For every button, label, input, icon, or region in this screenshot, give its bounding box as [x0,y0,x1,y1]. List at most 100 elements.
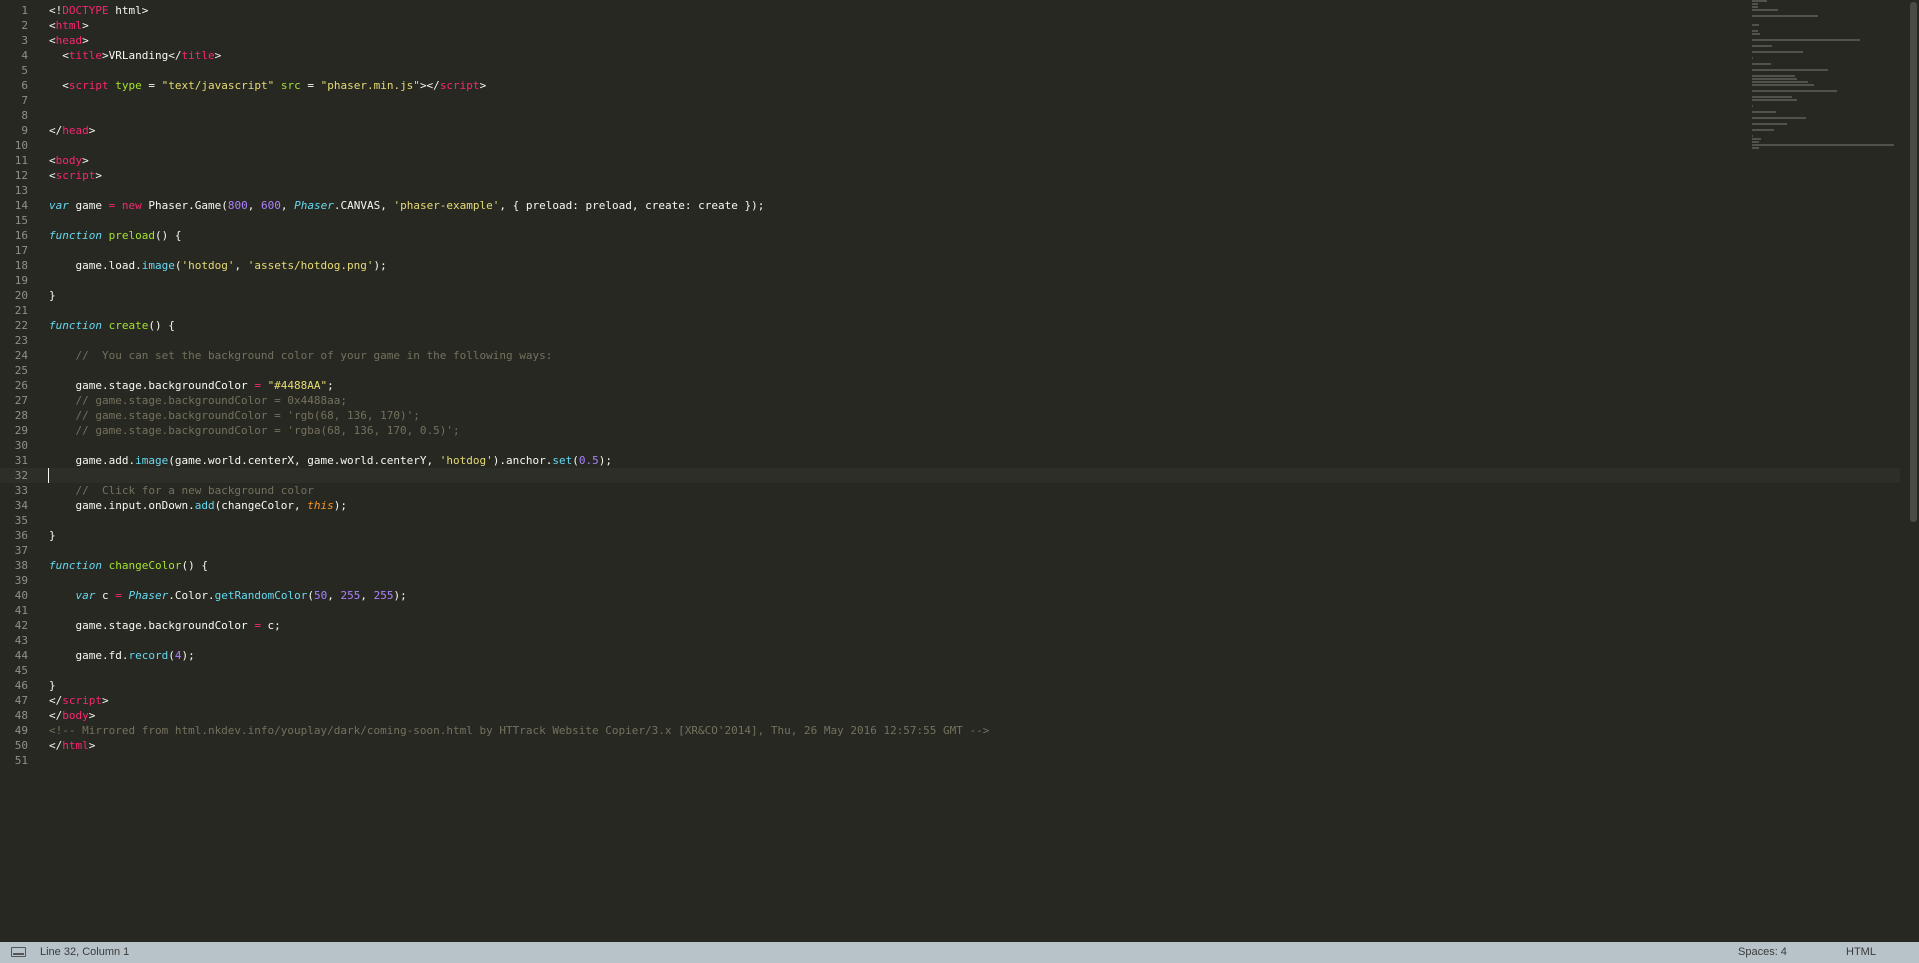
code-token: ); [598,454,612,467]
code-line[interactable] [49,183,1749,198]
code-line[interactable]: game.input.onDown.add(changeColor, this)… [49,498,1749,513]
code-token: ); [393,589,407,602]
code-line[interactable] [49,243,1749,258]
code-line[interactable] [49,93,1749,108]
indentation-setting[interactable]: Spaces: 4 [1738,946,1787,958]
code-line[interactable]: <html> [49,18,1749,33]
minimap-line [1752,69,1828,71]
minimap-line [1752,99,1797,101]
code-token: , [360,589,374,602]
vertical-scrollbar[interactable] [1908,0,1919,942]
syntax-mode[interactable]: HTML [1846,946,1876,958]
code-line[interactable]: game.fd.record(4); [49,648,1749,663]
code-token: 'hotdog' [181,259,235,272]
code-line[interactable] [49,63,1749,78]
code-token: 600 [260,199,281,212]
code-line[interactable]: var game = new Phaser.Game(800, 600, Pha… [49,198,1749,213]
code-line[interactable] [49,213,1749,228]
code-line[interactable]: function preload() { [49,228,1749,243]
code-line[interactable]: game.stage.backgroundColor = c; [49,618,1749,633]
code-line[interactable]: </script> [49,693,1749,708]
code-line[interactable]: } [49,528,1749,543]
code-line[interactable]: </body> [49,708,1749,723]
code-line[interactable]: game.stage.backgroundColor = "#4488AA"; [49,378,1749,393]
code-line[interactable]: function changeColor() { [49,558,1749,573]
code-line[interactable] [49,138,1749,153]
code-line[interactable] [49,468,1749,483]
minimap-line [1752,24,1759,26]
code-line[interactable]: <script type = "text/javascript" src = "… [49,78,1749,93]
code-line[interactable]: function create() { [49,318,1749,333]
line-number: 29 [14,424,28,437]
code-token: () { [154,229,182,242]
code-line[interactable] [49,273,1749,288]
code-line[interactable] [49,753,1749,768]
code-line[interactable]: } [49,678,1749,693]
code-line[interactable]: // You can set the background color of y… [49,348,1749,363]
code-line[interactable]: var c = Phaser.Color.getRandomColor(50, … [49,588,1749,603]
code-token: set [552,454,573,467]
code-token: <!-- Mirrored from html.nkdev.info/youpl… [49,724,990,737]
code-line[interactable] [49,363,1749,378]
code-token: > [88,739,96,752]
code-text-area[interactable]: <!DOCTYPE html> <html> <head> <title>VRLan… [49,3,1749,768]
code-token: script [68,79,109,92]
code-token: Phaser.Game( [141,199,228,212]
code-line[interactable]: <!-- Mirrored from html.nkdev.info/youpl… [49,723,1749,738]
code-editor[interactable]: 1 2 3 4 5 6 7 8 9 10 11 12 13 14 15 16 17 18 19 20 21 22 23 24 2… [0,0,1919,942]
code-line[interactable]: // game.stage.backgroundColor = 0x4488aa… [49,393,1749,408]
code-line[interactable] [49,633,1749,648]
minimap-line [1752,51,1803,53]
code-line[interactable]: // game.stage.backgroundColor = 'rgba(68… [49,423,1749,438]
line-number: 31 [14,454,28,467]
minimap-line [1752,9,1778,11]
code-token: Phaser [128,589,169,602]
scrollbar-thumb[interactable] [1910,2,1917,522]
code-token: = [141,79,162,92]
code-line[interactable]: <body> [49,153,1749,168]
code-token: game.add. [49,454,136,467]
code-line[interactable] [49,303,1749,318]
code-line[interactable]: game.add.image(game.world.centerX, game.… [49,453,1749,468]
code-token: .Color. [168,589,215,602]
code-line[interactable]: } [49,288,1749,303]
code-line[interactable] [49,108,1749,123]
code-token: () { [148,319,175,332]
code-line[interactable]: <title>VRLanding</title> [49,48,1749,63]
minimap-line [1752,57,1753,59]
minimap[interactable] [1752,0,1907,149]
code-line[interactable] [49,573,1749,588]
code-line[interactable] [49,543,1749,558]
code-line[interactable] [49,513,1749,528]
code-line[interactable]: <script> [49,168,1749,183]
code-line[interactable]: <!DOCTYPE html> [49,3,1749,18]
code-line[interactable] [49,333,1749,348]
code-line[interactable]: game.load.image('hotdog', 'assets/hotdog… [49,258,1749,273]
minimap-line [1752,96,1792,98]
cursor-position[interactable]: Line 32, Column 1 [40,946,129,958]
code-line[interactable]: // game.stage.backgroundColor = 'rgb(68,… [49,408,1749,423]
code-token: > [479,79,487,92]
code-token: changeColor [108,559,182,572]
code-line[interactable] [49,438,1749,453]
line-number: 5 [21,64,28,77]
code-token: ); [181,649,195,662]
minimap-line [1752,33,1760,35]
code-line[interactable]: </html> [49,738,1749,753]
code-line[interactable] [49,663,1749,678]
code-line[interactable]: // Click for a new background color [49,483,1749,498]
code-token: </ [49,124,63,137]
code-line[interactable]: </head> [49,123,1749,138]
code-line[interactable]: <head> [49,33,1749,48]
code-token: 'phaser-example' [393,199,500,212]
line-number: 4 [21,49,28,62]
code-token: ( [307,589,314,602]
code-token: </ [49,694,63,707]
code-token: script [439,79,480,92]
code-line[interactable] [49,603,1749,618]
code-token: >VRLanding</ [102,49,182,62]
code-token: src [280,79,301,92]
code-token: game.stage.backgroundColor [49,619,255,632]
panel-toggle-icon[interactable] [11,947,26,957]
